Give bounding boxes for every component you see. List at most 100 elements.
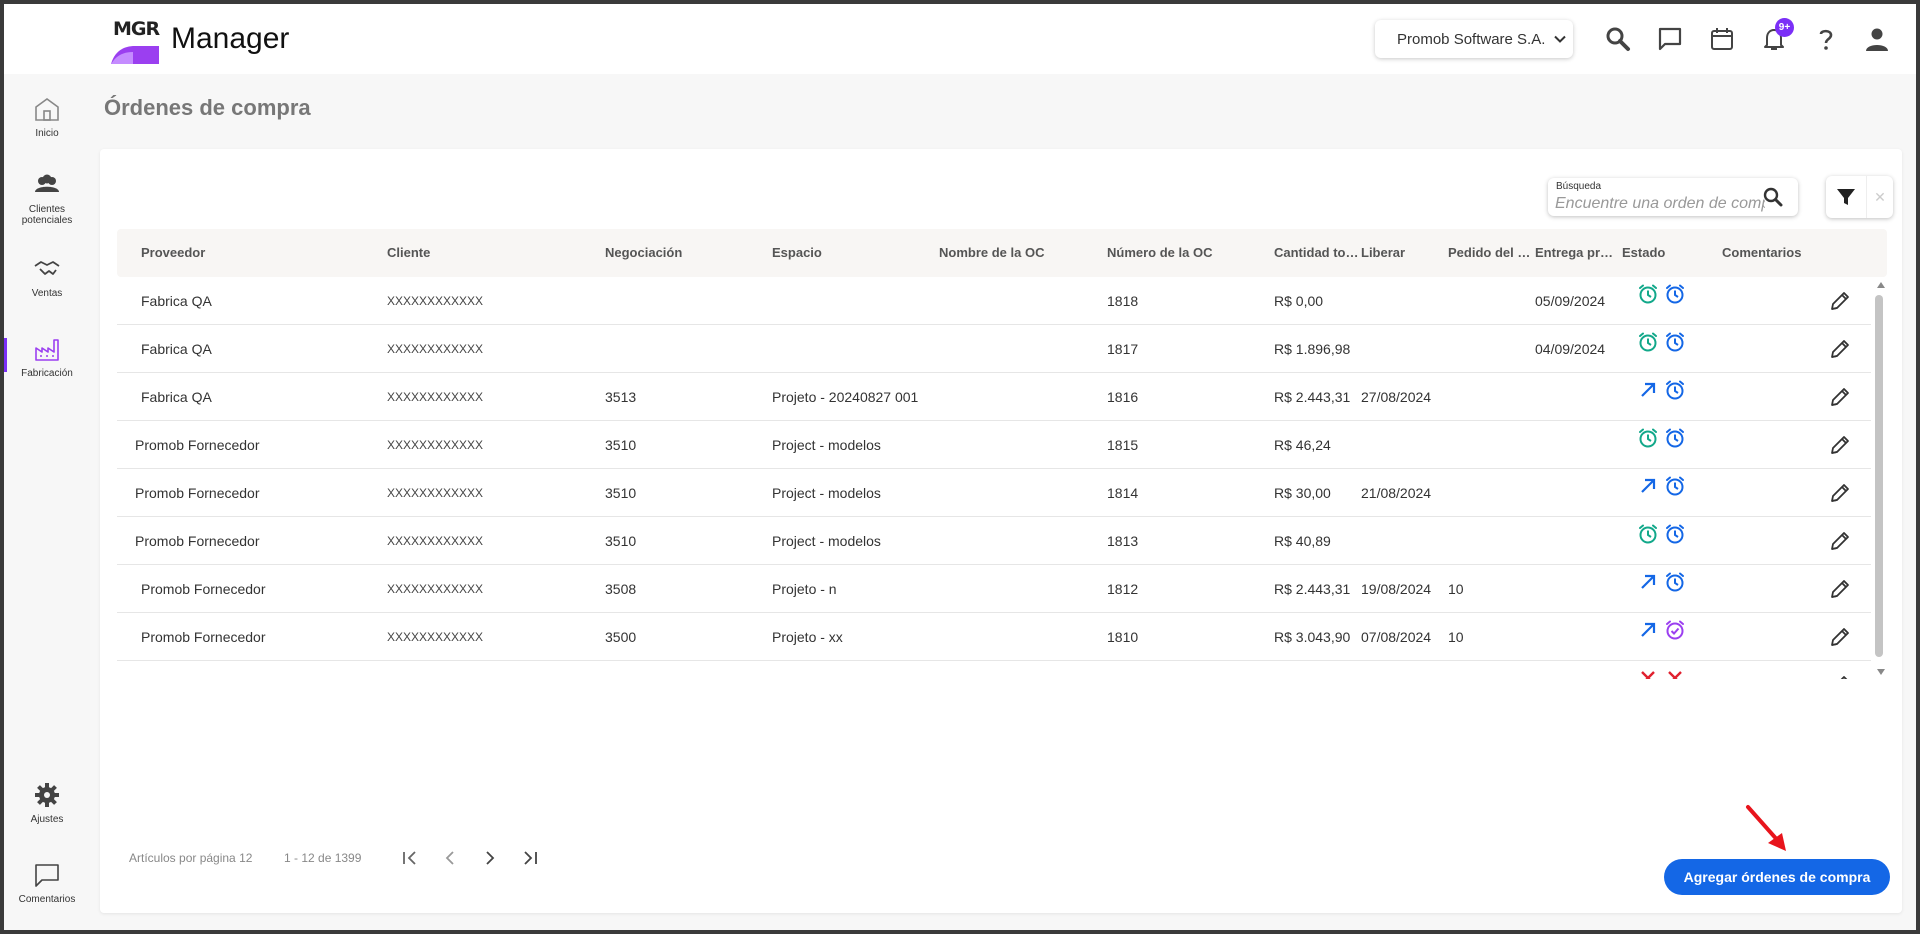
user-menu-button[interactable] <box>1862 24 1892 54</box>
search-input[interactable] <box>1555 195 1765 213</box>
column-header[interactable]: Negociación <box>605 245 765 260</box>
last-page-icon <box>524 851 537 865</box>
pencil-icon <box>1831 292 1849 310</box>
cell-numero: 1810 <box>1107 629 1139 645</box>
messages-button[interactable] <box>1655 24 1685 54</box>
status-icons[interactable] <box>1637 667 1686 679</box>
pencil-icon <box>1831 436 1849 454</box>
cell-numero: 1816 <box>1107 389 1139 405</box>
cell-total: R$ 0,00 <box>1274 293 1324 309</box>
column-header[interactable]: Liberar <box>1361 245 1446 260</box>
sidebar-item-label: Clientes potenciales <box>21 204 73 226</box>
orders-card: Búsqueda ✕ Proveedor Cliente Negociación Es… <box>100 149 1902 913</box>
filter-button[interactable] <box>1826 176 1866 218</box>
annotation-arrow-icon <box>1746 805 1786 851</box>
calendar-button[interactable] <box>1707 24 1737 54</box>
sidebar-item-label: Comentarios <box>18 894 76 905</box>
alarm-clock-icon <box>1639 332 1657 352</box>
cell-negociacion: 3500 <box>605 677 636 679</box>
cell-total: R$ 3.043,90 <box>1274 677 1350 679</box>
add-purchase-orders-button[interactable]: Agregar órdenes de compra <box>1664 859 1890 895</box>
cell-espacio: Projeto - n <box>772 581 837 597</box>
edit-button[interactable] <box>1828 577 1852 601</box>
pencil-icon <box>1831 340 1849 358</box>
next-page-button[interactable] <box>478 846 502 870</box>
edit-button[interactable] <box>1828 481 1852 505</box>
table-row[interactable]: Promob Fornecedor XXXXXXXXXXXX 3508 Projeto… <box>117 565 1871 613</box>
scroll-up-arrow-icon[interactable] <box>1877 282 1885 288</box>
users-icon <box>35 174 59 192</box>
help-button[interactable] <box>1811 24 1841 54</box>
table-row[interactable]: Promob Fornecedor XXXXXXXXXXXX 3500 Projeto… <box>117 613 1871 661</box>
sidebar-item-comentarios[interactable]: Comentarios <box>4 860 90 905</box>
column-header[interactable]: Pedido del Proveedor <box>1448 245 1533 260</box>
cell-proveedor: Promob Fornecedor <box>141 581 266 597</box>
column-header[interactable]: Nombre de la OC <box>939 245 1099 260</box>
scroll-down-arrow-icon[interactable] <box>1877 669 1885 675</box>
page-title: Órdenes de compra <box>104 95 311 120</box>
status-icons[interactable] <box>1637 379 1686 401</box>
column-header[interactable]: Número de la OC <box>1107 245 1267 260</box>
column-header[interactable]: Proveedor <box>141 245 381 260</box>
table-row[interactable]: Promob Fornecedor XXXXXXXXXXXX 3500 Projeto… <box>117 661 1871 679</box>
notifications-button[interactable]: 9+ <box>1759 18 1794 54</box>
status-icons[interactable] <box>1637 331 1686 353</box>
help-icon <box>1819 29 1833 50</box>
arrow-up-right-icon <box>1641 478 1656 493</box>
sidebar: Inicio Clientes potenciales Ventas Fabri… <box>4 74 90 930</box>
status-icons[interactable] <box>1637 619 1686 641</box>
app-logo[interactable]: MGR <box>107 14 163 64</box>
column-header[interactable]: Estado <box>1622 245 1717 260</box>
table-row[interactable]: Promob Fornecedor XXXXXXXXXXXX 3510 Project… <box>117 421 1871 469</box>
table-row[interactable]: Fabrica QA XXXXXXXXXXXX 1817 R$ 1.896,98 04/… <box>117 325 1871 373</box>
edit-button[interactable] <box>1828 337 1852 361</box>
column-header[interactable]: Espacio <box>772 245 932 260</box>
clear-filter-button[interactable]: ✕ <box>1866 176 1893 218</box>
previous-page-button[interactable] <box>438 846 462 870</box>
sidebar-item-fabricacion[interactable]: Fabricación <box>4 334 90 379</box>
cell-total: R$ 30,00 <box>1274 485 1331 501</box>
cell-cliente: XXXXXXXXXXXX <box>387 390 484 404</box>
column-header[interactable]: Entrega prevista <box>1535 245 1620 260</box>
edit-button[interactable] <box>1828 433 1852 457</box>
table-row[interactable]: Fabrica QA XXXXXXXXXXXX 1818 R$ 0,00 05/09/2… <box>117 277 1871 325</box>
sidebar-item-inicio[interactable]: Inicio <box>4 94 90 139</box>
cell-total: R$ 40,89 <box>1274 533 1331 549</box>
status-icons[interactable] <box>1637 571 1686 593</box>
cell-cliente: XXXXXXXXXXXX <box>387 294 484 308</box>
edit-button[interactable] <box>1828 673 1852 679</box>
edit-button[interactable] <box>1828 289 1852 313</box>
first-page-button[interactable] <box>398 846 422 870</box>
pencil-icon <box>1831 628 1849 646</box>
items-per-page[interactable]: Artículos por página 12 <box>129 851 252 865</box>
sidebar-item-ajustes[interactable]: Ajustes <box>4 780 90 825</box>
cell-liberar: 27/08/2024 <box>1361 389 1432 405</box>
column-header[interactable]: Cantidad total <box>1274 245 1359 260</box>
alarm-clock-icon <box>1639 524 1657 544</box>
sidebar-item-clientes[interactable]: Clientes potenciales <box>4 170 90 226</box>
column-header[interactable]: Comentarios <box>1722 245 1842 260</box>
edit-button[interactable] <box>1828 625 1852 649</box>
company-selector[interactable]: Promob Software S.A. <box>1375 20 1573 58</box>
edit-button[interactable] <box>1828 385 1852 409</box>
status-icons[interactable] <box>1637 523 1686 545</box>
cell-total: R$ 1.896,98 <box>1274 341 1351 357</box>
last-page-button[interactable] <box>518 846 542 870</box>
sidebar-item-label: Ajustes <box>30 814 64 825</box>
status-icons[interactable] <box>1637 475 1686 497</box>
table-row[interactable]: Fabrica QA XXXXXXXXXXXX 3513 Projeto - 2024… <box>117 373 1871 421</box>
sidebar-item-ventas[interactable]: Ventas <box>4 254 90 299</box>
table-row[interactable]: Promob Fornecedor XXXXXXXXXXXX 3510 Project… <box>117 517 1871 565</box>
status-icons[interactable] <box>1637 427 1686 449</box>
scrollbar-thumb[interactable] <box>1875 295 1883 657</box>
logo-text: MGR <box>113 18 160 40</box>
search-button[interactable] <box>1603 24 1633 54</box>
edit-button[interactable] <box>1828 529 1852 553</box>
home-icon <box>35 98 59 121</box>
status-icons[interactable] <box>1637 283 1686 305</box>
table-row[interactable]: Promob Fornecedor XXXXXXXXXXXX 3510 Project… <box>117 469 1871 517</box>
search-icon[interactable] <box>1762 186 1784 208</box>
arrow-up-right-icon <box>1641 574 1656 589</box>
column-header[interactable]: Cliente <box>387 245 587 260</box>
cell-total: R$ 46,24 <box>1274 437 1331 453</box>
